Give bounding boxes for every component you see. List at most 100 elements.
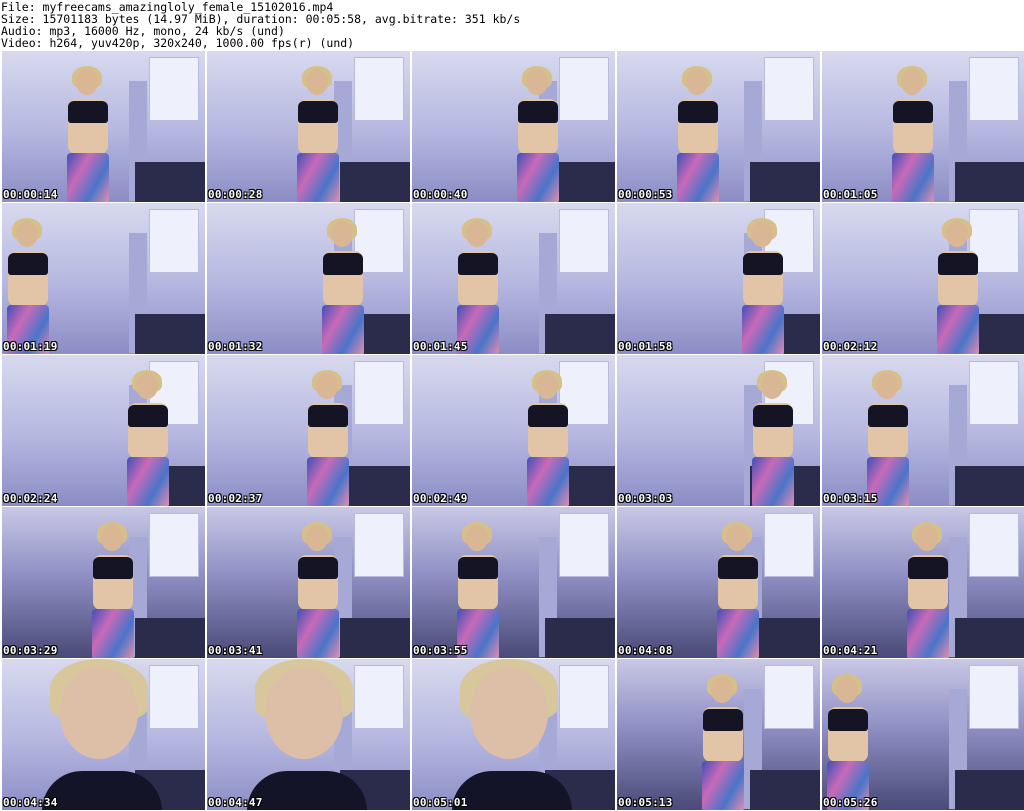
cabinet-shape xyxy=(149,665,199,729)
figure-top xyxy=(93,557,133,579)
frame-timestamp: 00:05:01 xyxy=(413,796,468,809)
figure-top xyxy=(323,253,363,275)
frame-timestamp: 00:01:05 xyxy=(823,188,878,201)
cabinet-shape xyxy=(559,209,609,273)
cabinet-shape xyxy=(354,665,404,729)
figure-legs xyxy=(717,609,759,658)
cabinet-shape xyxy=(559,513,609,577)
thumbnail-frame: 00:01:32 xyxy=(207,203,410,354)
figure-top xyxy=(8,253,48,275)
figure-top xyxy=(308,405,348,427)
figure-top xyxy=(68,101,108,123)
figure-top xyxy=(893,101,933,123)
frame-timestamp: 00:00:14 xyxy=(3,188,58,201)
frame-timestamp: 00:00:40 xyxy=(413,188,468,201)
thumbnail-frame: 00:02:24 xyxy=(2,355,205,506)
figure-legs xyxy=(702,761,744,810)
figure-head xyxy=(686,69,708,95)
frame-timestamp: 00:03:41 xyxy=(208,644,263,657)
counter-shape xyxy=(750,770,820,810)
person-figure xyxy=(887,66,939,202)
counter-shape xyxy=(545,314,615,354)
figure-legs xyxy=(677,153,719,202)
counter-shape xyxy=(955,466,1024,506)
thumbnail-frame: 00:05:01 xyxy=(412,659,615,810)
counter-shape xyxy=(955,162,1024,202)
figure-head xyxy=(916,525,938,551)
counter-shape xyxy=(545,618,615,658)
cabinet-shape xyxy=(354,361,404,425)
figure-head xyxy=(60,667,138,759)
figure-head xyxy=(761,373,783,399)
thumbnail-frame: 00:05:13 xyxy=(617,659,820,810)
figure-top xyxy=(868,405,908,427)
thumbnail-frame: 00:01:58 xyxy=(617,203,820,354)
person-figure xyxy=(902,522,954,658)
figure-top xyxy=(678,101,718,123)
thumbnail-frame: 00:03:55 xyxy=(412,507,615,658)
thumbnail-frame: 00:04:08 xyxy=(617,507,820,658)
figure-head xyxy=(306,69,328,95)
person-figure xyxy=(452,218,504,354)
person-figure xyxy=(87,522,139,658)
figure-head xyxy=(466,221,488,247)
person-figure xyxy=(292,522,344,658)
frame-timestamp: 00:02:49 xyxy=(413,492,468,505)
figure-head xyxy=(331,221,353,247)
counter-shape xyxy=(340,162,410,202)
frame-timestamp: 00:00:28 xyxy=(208,188,263,201)
figure-legs xyxy=(892,153,934,202)
thumbnail-frame: 00:01:45 xyxy=(412,203,615,354)
counter-shape xyxy=(750,162,820,202)
counter-shape xyxy=(135,618,205,658)
frame-timestamp: 00:03:55 xyxy=(413,644,468,657)
figure-head xyxy=(536,373,558,399)
figure-head xyxy=(470,667,548,759)
counter-shape xyxy=(135,314,205,354)
cabinet-shape xyxy=(354,57,404,121)
video-info-line: Video: h264, yuv420p, 320x240, 1000.00 f… xyxy=(1,36,355,50)
person-figure xyxy=(712,522,764,658)
figure-bra xyxy=(247,771,367,810)
person-figure xyxy=(302,370,354,506)
figure-head xyxy=(726,525,748,551)
thumbnail-frame: 00:04:21 xyxy=(822,507,1024,658)
person-figure xyxy=(822,674,874,810)
figure-bra xyxy=(452,771,572,810)
thumbnail-frame: 00:04:47 xyxy=(207,659,410,810)
cabinet-shape xyxy=(354,513,404,577)
cabinet-shape xyxy=(969,513,1019,577)
figure-head xyxy=(466,525,488,551)
person-figure xyxy=(747,370,799,506)
frame-timestamp: 00:04:21 xyxy=(823,644,878,657)
figure-top xyxy=(828,709,868,731)
frame-timestamp: 00:02:37 xyxy=(208,492,263,505)
cabinet-shape xyxy=(764,513,814,577)
person-figure xyxy=(452,522,504,658)
frame-timestamp: 00:02:12 xyxy=(823,340,878,353)
figure-head xyxy=(316,373,338,399)
figure-top xyxy=(518,101,558,123)
thumbnail-frame: 00:03:41 xyxy=(207,507,410,658)
cabinet-shape xyxy=(559,665,609,729)
figure-legs xyxy=(307,457,349,506)
frame-timestamp: 00:00:53 xyxy=(618,188,673,201)
thumbnail-frame: 00:01:19 xyxy=(2,203,205,354)
figure-legs xyxy=(67,153,109,202)
person-figure xyxy=(2,218,54,354)
figure-head xyxy=(711,677,733,703)
frame-timestamp: 00:04:47 xyxy=(208,796,263,809)
thumbnail-frame: 00:02:49 xyxy=(412,355,615,506)
cabinet-shape xyxy=(764,57,814,121)
thumbnail-frame: 00:00:53 xyxy=(617,51,820,202)
figure-legs xyxy=(907,609,949,658)
thumbnail-frame: 00:03:15 xyxy=(822,355,1024,506)
cabinet-shape xyxy=(149,513,199,577)
thumbnail-frame: 00:00:14 xyxy=(2,51,205,202)
thumbnail-frame: 00:03:03 xyxy=(617,355,820,506)
figure-top xyxy=(458,557,498,579)
figure-top xyxy=(458,253,498,275)
counter-shape xyxy=(340,618,410,658)
thumbnail-frame: 00:03:29 xyxy=(2,507,205,658)
figure-head xyxy=(136,373,158,399)
